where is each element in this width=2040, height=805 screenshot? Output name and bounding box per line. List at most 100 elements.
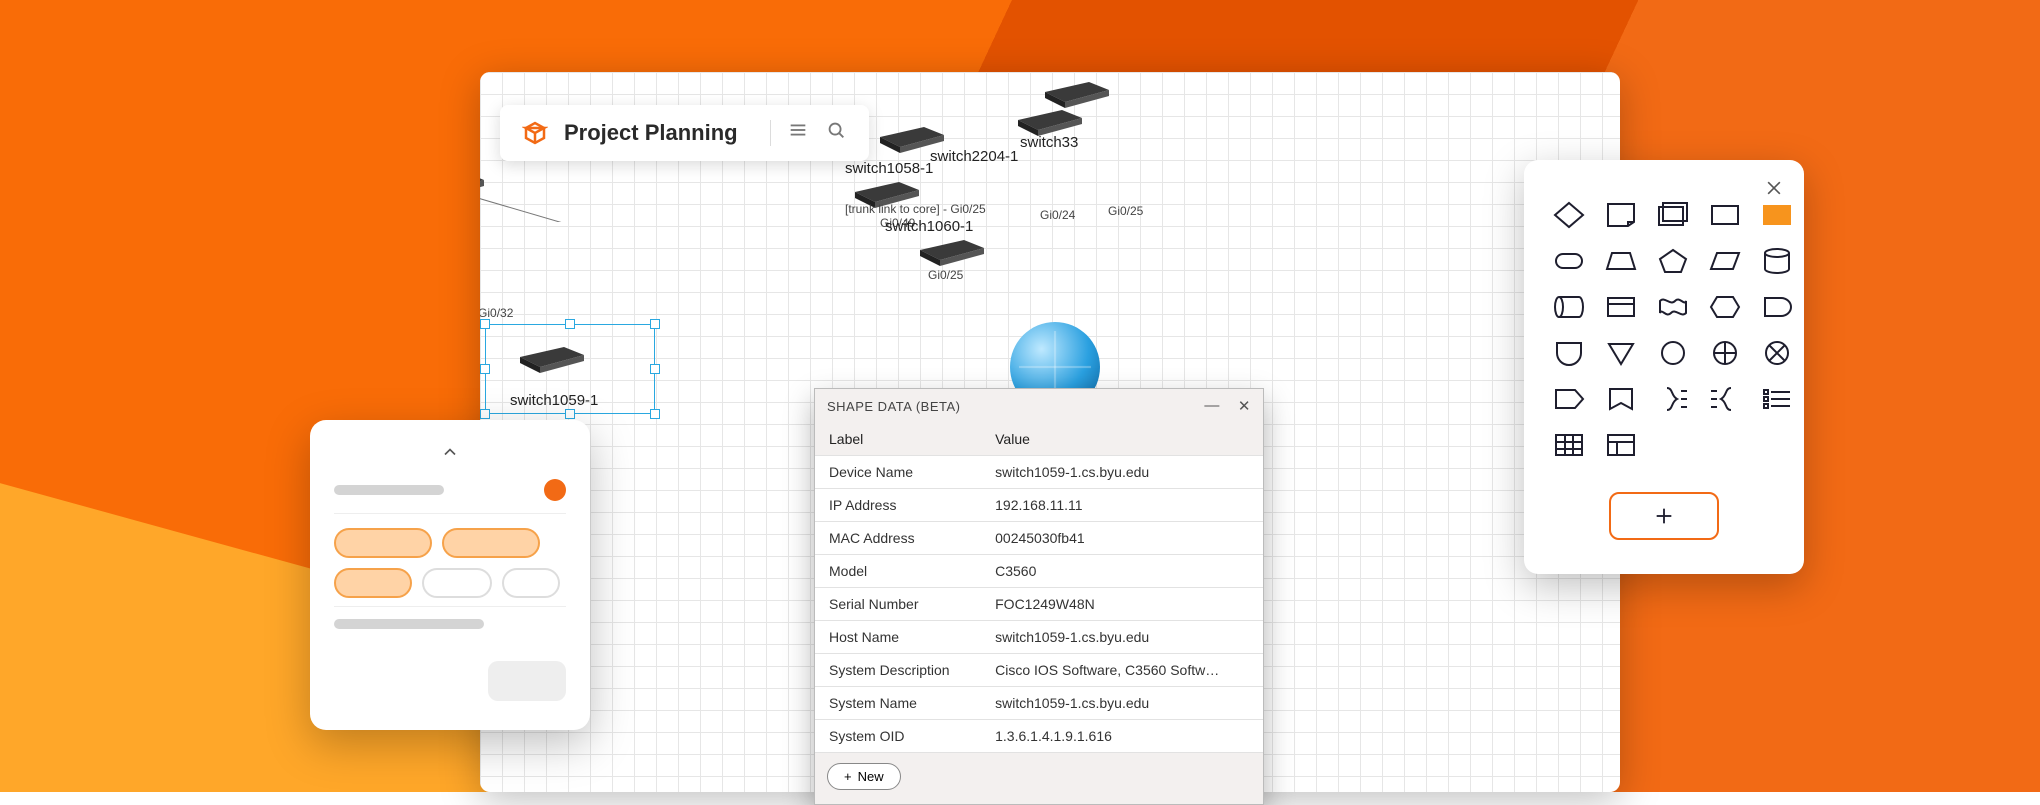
filter-chip[interactable] bbox=[334, 568, 412, 598]
prop-label: MAC Address bbox=[815, 522, 981, 555]
table-row[interactable]: System OID1.3.6.1.4.1.9.1.616 bbox=[815, 720, 1263, 753]
col-label: Label bbox=[815, 423, 981, 456]
port-label: Gi0/24 bbox=[1040, 208, 1075, 222]
close-icon[interactable] bbox=[1764, 178, 1784, 203]
prop-value: switch1059-1.cs.byu.edu bbox=[981, 456, 1263, 489]
shape-diamond-icon[interactable] bbox=[1552, 200, 1586, 230]
prop-value: 00245030fb41 bbox=[981, 522, 1263, 555]
node-sublabel: [switch1059-3] - Gi0/32 bbox=[480, 306, 513, 320]
table-row[interactable]: Device Nameswitch1059-1.cs.byu.edu bbox=[815, 456, 1263, 489]
prop-value: Cisco IOS Software, C3560 Softw… bbox=[981, 654, 1263, 687]
table-row[interactable]: Host Nameswitch1059-1.cs.byu.edu bbox=[815, 621, 1263, 654]
shape-list-icon[interactable] bbox=[1760, 384, 1794, 414]
table-row[interactable]: IP Address192.168.11.11 bbox=[815, 489, 1263, 522]
shape-note-icon[interactable] bbox=[1604, 200, 1638, 230]
prop-label: Device Name bbox=[815, 456, 981, 489]
shapes-palette[interactable] bbox=[1524, 160, 1804, 574]
prop-label: Serial Number bbox=[815, 588, 981, 621]
panel-title: SHAPE DATA (BETA) bbox=[827, 399, 960, 414]
filter-row bbox=[334, 467, 566, 514]
shape-rect-icon[interactable] bbox=[1708, 200, 1742, 230]
prop-label: System Description bbox=[815, 654, 981, 687]
shape-data-table: Label Value Device Nameswitch1059-1.cs.b… bbox=[815, 423, 1263, 753]
shape-double-rect-icon[interactable] bbox=[1656, 200, 1690, 230]
node-label: switch33 bbox=[1020, 134, 1078, 151]
table-row[interactable]: Serial NumberFOC1249W48N bbox=[815, 588, 1263, 621]
table-row[interactable]: ModelC3560 bbox=[815, 555, 1263, 588]
lucid-logo-icon bbox=[522, 120, 548, 146]
shape-pentagon-icon[interactable] bbox=[1656, 246, 1690, 276]
prop-label: Model bbox=[815, 555, 981, 588]
add-shape-button[interactable] bbox=[1609, 492, 1719, 540]
document-title[interactable]: Project Planning bbox=[564, 120, 738, 146]
shape-circle-icon[interactable] bbox=[1656, 338, 1690, 368]
shape-cylinder-icon[interactable] bbox=[1760, 246, 1794, 276]
shape-card-icon[interactable] bbox=[1604, 292, 1638, 322]
prop-label: IP Address bbox=[815, 489, 981, 522]
filter-chip[interactable] bbox=[334, 528, 432, 558]
document-title-bar: Project Planning bbox=[500, 105, 869, 161]
chevron-up-icon[interactable] bbox=[334, 442, 566, 467]
col-value: Value bbox=[981, 423, 1263, 456]
node-label: switch2204-1 bbox=[930, 148, 1018, 165]
node-sublabel: Gi0/25 bbox=[928, 268, 963, 282]
shape-table-icon[interactable] bbox=[1552, 430, 1586, 460]
shape-parallelogram-icon[interactable] bbox=[1708, 246, 1742, 276]
prop-value: C3560 bbox=[981, 555, 1263, 588]
minimize-icon[interactable]: — bbox=[1204, 397, 1220, 415]
prop-label: System Name bbox=[815, 687, 981, 720]
new-label: New bbox=[858, 769, 884, 784]
filter-row bbox=[334, 607, 566, 641]
close-icon[interactable]: ✕ bbox=[1238, 397, 1251, 415]
search-icon[interactable] bbox=[825, 119, 847, 147]
shape-brace-right-icon[interactable] bbox=[1656, 384, 1690, 414]
prop-label: Host Name bbox=[815, 621, 981, 654]
node-label: switch1058-1 bbox=[845, 160, 933, 177]
shape-wave-icon[interactable] bbox=[1656, 292, 1690, 322]
shape-fill-rect-icon[interactable] bbox=[1760, 200, 1794, 230]
switch-icon[interactable] bbox=[920, 240, 984, 266]
filter-chip[interactable] bbox=[422, 568, 492, 598]
prop-label: System OID bbox=[815, 720, 981, 753]
apply-button[interactable] bbox=[488, 661, 566, 701]
prop-value: switch1059-1.cs.byu.edu bbox=[981, 621, 1263, 654]
shape-banner-icon[interactable] bbox=[1604, 384, 1638, 414]
new-property-button[interactable]: + New bbox=[827, 763, 901, 790]
shape-circle-plus-icon[interactable] bbox=[1708, 338, 1742, 368]
node-label: switch1060-1 bbox=[885, 218, 973, 235]
shape-circle-x-icon[interactable] bbox=[1760, 338, 1794, 368]
shape-grid bbox=[1552, 200, 1776, 460]
prop-value: FOC1249W48N bbox=[981, 588, 1263, 621]
shape-header-table-icon[interactable] bbox=[1604, 430, 1638, 460]
prop-value: 1.3.6.1.4.1.9.1.616 bbox=[981, 720, 1263, 753]
shape-hcylinder-icon[interactable] bbox=[1552, 292, 1586, 322]
node-label: switch1059-1 bbox=[510, 392, 598, 409]
port-label: Gi0/25 bbox=[1108, 204, 1143, 218]
shape-pill-icon[interactable] bbox=[1552, 246, 1586, 276]
shape-brace-left-icon[interactable] bbox=[1708, 384, 1742, 414]
filter-card[interactable] bbox=[310, 420, 590, 730]
node-sublabel: [trunk link to core] - Gi0/25 bbox=[845, 202, 986, 216]
prop-value: switch1059-1.cs.byu.edu bbox=[981, 687, 1263, 720]
table-row[interactable]: System DescriptionCisco IOS Software, C3… bbox=[815, 654, 1263, 687]
shape-triangle-down-icon[interactable] bbox=[1604, 338, 1638, 368]
prop-value: 192.168.11.11 bbox=[981, 489, 1263, 522]
shape-dshape-icon[interactable] bbox=[1760, 292, 1794, 322]
switch-icon[interactable] bbox=[520, 347, 584, 373]
switch-icon[interactable] bbox=[1045, 82, 1109, 108]
shape-tag-icon[interactable] bbox=[1552, 384, 1586, 414]
shape-shield-icon[interactable] bbox=[1552, 338, 1586, 368]
table-row[interactable]: MAC Address00245030fb41 bbox=[815, 522, 1263, 555]
menu-icon[interactable] bbox=[787, 119, 809, 147]
filter-chips bbox=[334, 514, 566, 607]
divider bbox=[770, 120, 771, 146]
status-dot-icon bbox=[544, 479, 566, 501]
shape-data-panel[interactable]: SHAPE DATA (BETA) — ✕ Label Value Device… bbox=[814, 388, 1264, 805]
shape-trapezoid-icon[interactable] bbox=[1604, 246, 1638, 276]
switch-icon[interactable] bbox=[480, 172, 484, 198]
shape-hexagon-icon[interactable] bbox=[1708, 292, 1742, 322]
table-row[interactable]: System Nameswitch1059-1.cs.byu.edu bbox=[815, 687, 1263, 720]
filter-chip[interactable] bbox=[502, 568, 560, 598]
switch-icon[interactable] bbox=[1018, 110, 1082, 136]
filter-chip[interactable] bbox=[442, 528, 540, 558]
